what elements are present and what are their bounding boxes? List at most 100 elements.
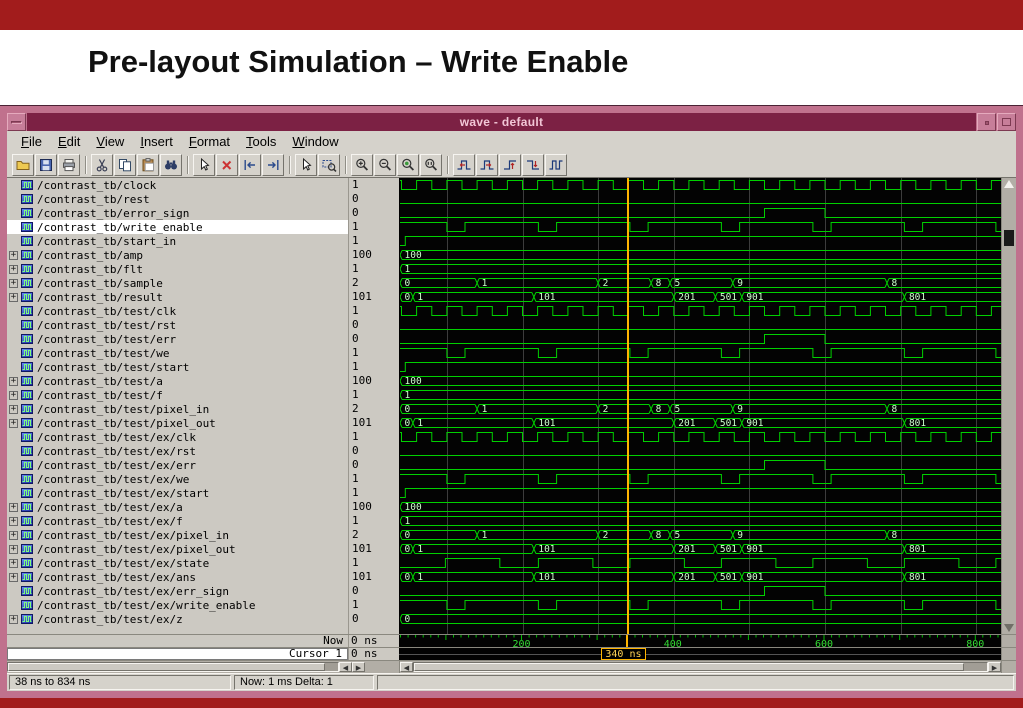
signal-waveform[interactable]: 100 [400,500,1001,514]
signal-row[interactable]: + /contrast_tb/test/ex/f [7,514,348,528]
expand-icon[interactable]: + [9,404,18,414]
names-scroll-left-icon[interactable]: ◀ [339,662,352,672]
wave-hscroll-track[interactable] [413,662,988,672]
signal-waveform[interactable] [400,178,1001,192]
find-next-edge-button[interactable] [476,153,498,176]
waveform-panel[interactable]: 100 1 0 1 2 8 5 9 8 0 1 101 201 501 901 801 100 1 0 1 2 8 5 9 8 0… [399,178,1001,634]
window-maximize-button[interactable] [997,113,1016,131]
menu-file[interactable]: File [13,133,50,151]
expand-icon[interactable]: + [9,376,18,386]
signal-row[interactable]: /contrast_tb/test/ex/err_sign [7,584,348,598]
signal-waveform[interactable]: 0 1 101 201 501 901 801 [400,542,1001,556]
signal-row[interactable]: + /contrast_tb/test/a [7,374,348,388]
expand-icon[interactable]: + [9,390,18,400]
expand-icon[interactable]: + [9,544,18,554]
signal-row[interactable]: /contrast_tb/test/we [7,346,348,360]
signal-row[interactable]: /contrast_tb/test/ex/clk [7,430,348,444]
signal-row[interactable]: + /contrast_tb/test/ex/pixel_out [7,542,348,556]
window-titlebar[interactable]: wave - default [7,113,1016,131]
expand-icon[interactable]: + [9,530,18,540]
menu-edit[interactable]: Edit [50,133,88,151]
signal-row[interactable]: + /contrast_tb/test/ex/ans [7,570,348,584]
wave-hscroll-thumb[interactable] [414,663,965,671]
expand-icon[interactable]: + [9,572,18,582]
signal-waveform[interactable]: 1 [400,514,1001,528]
delete-cursor-button[interactable] [216,153,238,176]
cursor-time-box[interactable]: 340 ns [601,648,646,660]
menu-format[interactable]: Format [181,133,238,151]
signal-waveform[interactable] [400,360,1001,374]
signal-waveform[interactable]: 0 1 2 8 5 9 8 [400,276,1001,290]
signal-waveform[interactable]: 0 1 101 201 501 901 801 [400,570,1001,584]
cut-button[interactable] [91,153,113,176]
copy-button[interactable] [114,153,136,176]
signal-row[interactable]: + /contrast_tb/test/f [7,388,348,402]
scroll-up-icon[interactable] [1004,180,1014,188]
signal-waveform[interactable] [400,332,1001,346]
signal-waveform[interactable] [400,430,1001,444]
window-menu-button[interactable] [7,113,26,131]
signal-waveform[interactable]: 100 [400,374,1001,388]
signal-row[interactable]: + /contrast_tb/test/pixel_out [7,416,348,430]
signal-waveform[interactable] [400,234,1001,248]
signal-waveform[interactable]: 100 [400,248,1001,262]
paste-button[interactable] [137,153,159,176]
zoom-in-button[interactable] [351,153,373,176]
find-next-button[interactable] [262,153,284,176]
zoom-out-button[interactable] [374,153,396,176]
signal-waveform[interactable] [400,346,1001,360]
signal-row[interactable]: /contrast_tb/error_sign [7,206,348,220]
wave-horizontal-scrollbar[interactable]: ◀ ▶ [399,661,1001,673]
cursor-line[interactable] [627,178,630,634]
select-mode-button[interactable] [295,153,317,176]
signal-row[interactable]: + /contrast_tb/test/ex/a [7,500,348,514]
signal-waveform[interactable]: 0 1 101 201 501 901 801 [400,416,1001,430]
expand-icon[interactable]: + [9,264,18,274]
open-button[interactable] [12,153,34,176]
signal-row[interactable]: /contrast_tb/start_in [7,234,348,248]
expand-icon[interactable]: + [9,250,18,260]
signal-row[interactable]: + /contrast_tb/flt [7,262,348,276]
signal-row[interactable]: /contrast_tb/test/ex/rst [7,444,348,458]
signal-row[interactable]: /contrast_tb/test/start [7,360,348,374]
expand-icon[interactable]: + [9,278,18,288]
zoom-range-button[interactable] [420,153,442,176]
signal-waveform[interactable]: 0 1 2 8 5 9 8 [400,528,1001,542]
menu-window[interactable]: Window [284,133,346,151]
signal-row[interactable]: + /contrast_tb/test/ex/state [7,556,348,570]
signal-waveform[interactable] [400,304,1001,318]
scroll-down-icon[interactable] [1004,624,1014,632]
expand-icon[interactable]: + [9,418,18,428]
signal-waveform[interactable] [400,486,1001,500]
signal-row[interactable]: /contrast_tb/rest [7,192,348,206]
signal-waveform[interactable]: 0 [400,612,1001,626]
signal-row[interactable]: + /contrast_tb/test/pixel_in [7,402,348,416]
wave-scroll-right-icon[interactable]: ▶ [988,662,1001,672]
select-cursor-button[interactable] [193,153,215,176]
expand-icon[interactable]: + [9,558,18,568]
find-falling-edge-button[interactable] [522,153,544,176]
signal-row[interactable]: + /contrast_tb/test/ex/pixel_in [7,528,348,542]
find-previous-button[interactable] [239,153,261,176]
expand-icon[interactable]: + [9,292,18,302]
signal-waveform[interactable]: 0 1 101 201 501 901 801 [400,290,1001,304]
signal-waveform[interactable] [400,472,1001,486]
zoom-mode-button[interactable] [318,153,340,176]
menu-insert[interactable]: Insert [132,133,181,151]
expand-icon[interactable]: + [9,516,18,526]
signal-row[interactable]: /contrast_tb/test/ex/we [7,472,348,486]
save-button[interactable] [35,153,57,176]
signal-row[interactable]: /contrast_tb/write_enable [7,220,348,234]
names-hscroll-thumb[interactable] [8,663,325,671]
print-button[interactable] [58,153,80,176]
signal-waveform[interactable] [400,206,1001,220]
signal-row[interactable]: + /contrast_tb/result [7,290,348,304]
signal-waveform[interactable]: 1 [400,262,1001,276]
signal-waveform[interactable] [400,598,1001,612]
signal-waveform[interactable]: 1 [400,388,1001,402]
signal-row[interactable]: /contrast_tb/clock [7,178,348,192]
signal-waveform[interactable]: 0 1 2 8 5 9 8 [400,402,1001,416]
signal-row[interactable]: /contrast_tb/test/ex/start [7,486,348,500]
vertical-scroll-thumb[interactable] [1004,230,1014,246]
signal-waveform[interactable] [400,192,1001,206]
